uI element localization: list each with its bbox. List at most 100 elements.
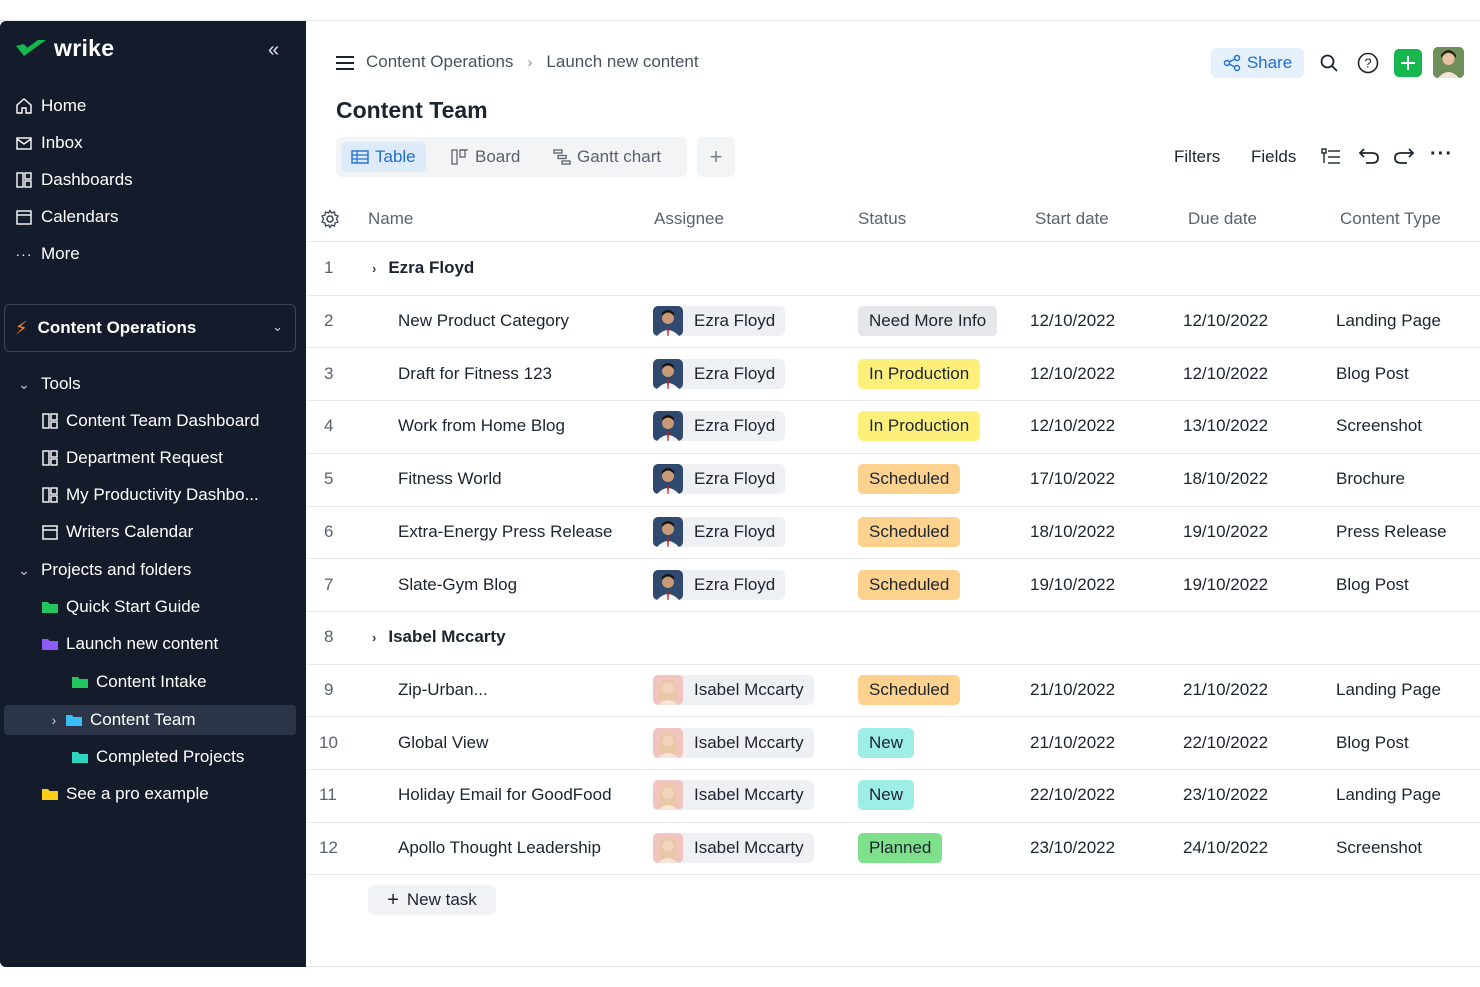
- sidebar-item-launch-new-content[interactable]: Launch new content: [40, 629, 218, 659]
- sidebar-item-quick-start-guide[interactable]: Quick Start Guide: [40, 592, 200, 622]
- content-type[interactable]: Brochure: [1336, 469, 1405, 489]
- start-date[interactable]: 23/10/2022: [1030, 838, 1115, 858]
- sidebar-item-home[interactable]: Home: [14, 91, 86, 121]
- group-by-icon[interactable]: [1321, 148, 1341, 171]
- chevron-right-icon[interactable]: ›: [44, 712, 64, 728]
- status-badge[interactable]: Scheduled: [858, 569, 961, 600]
- hamburger-menu-icon[interactable]: [336, 55, 354, 76]
- sidebar-item-content-team[interactable]: › Content Team: [44, 705, 196, 735]
- task-name[interactable]: Holiday Email for GoodFood: [398, 785, 612, 805]
- breadcrumb-item[interactable]: Launch new content: [546, 52, 698, 72]
- undo-icon[interactable]: [1358, 147, 1380, 170]
- assignee-chip[interactable]: Isabel Mccarty: [653, 674, 814, 705]
- assignee-chip[interactable]: Isabel Mccarty: [653, 780, 814, 811]
- due-date[interactable]: 19/10/2022: [1183, 522, 1268, 542]
- sidebar-item-completed-projects[interactable]: Completed Projects: [70, 742, 244, 772]
- breadcrumb-item[interactable]: Content Operations: [366, 52, 513, 72]
- task-name[interactable]: Extra-Energy Press Release: [398, 522, 612, 542]
- task-name[interactable]: Slate-Gym Blog: [398, 575, 517, 595]
- content-type[interactable]: Press Release: [1336, 522, 1447, 542]
- column-header-content-type[interactable]: Content Type: [1340, 209, 1441, 229]
- projects-section-toggle[interactable]: ⌄ Projects and folders: [14, 555, 191, 585]
- status-badge[interactable]: Scheduled: [858, 464, 961, 495]
- content-type[interactable]: Screenshot: [1336, 416, 1422, 436]
- assignee-chip[interactable]: Isabel Mccarty: [653, 727, 814, 758]
- task-name[interactable]: Zip-Urban...: [398, 680, 488, 700]
- tab-gantt-chart[interactable]: Gantt chart: [543, 142, 671, 172]
- search-icon[interactable]: [1315, 49, 1343, 77]
- content-type[interactable]: Landing Page: [1336, 311, 1441, 331]
- start-date[interactable]: 17/10/2022: [1030, 469, 1115, 489]
- space-selector[interactable]: ⚡ Content Operations ⌄: [4, 304, 296, 352]
- status-badge[interactable]: Scheduled: [858, 516, 961, 547]
- tab-board[interactable]: Board: [441, 142, 530, 172]
- column-header-start-date[interactable]: Start date: [1035, 209, 1109, 229]
- due-date[interactable]: 12/10/2022: [1183, 364, 1268, 384]
- status-badge[interactable]: New: [858, 727, 915, 758]
- column-header-due-date[interactable]: Due date: [1188, 209, 1257, 229]
- status-badge[interactable]: Scheduled: [858, 674, 961, 705]
- column-header-name[interactable]: Name: [368, 209, 413, 229]
- start-date[interactable]: 19/10/2022: [1030, 575, 1115, 595]
- assignee-chip[interactable]: Ezra Floyd: [653, 516, 786, 547]
- fields-button[interactable]: Fields: [1251, 147, 1296, 167]
- add-new-button[interactable]: [1394, 49, 1422, 77]
- sidebar-item-my-productivity-dashboard[interactable]: My Productivity Dashbo...: [40, 480, 259, 510]
- status-badge[interactable]: New: [858, 780, 915, 811]
- sidebar-item-dashboards[interactable]: Dashboards: [14, 165, 133, 195]
- collapse-sidebar-icon[interactable]: «: [268, 39, 279, 62]
- due-date[interactable]: 12/10/2022: [1183, 311, 1268, 331]
- task-name[interactable]: Work from Home Blog: [398, 416, 565, 436]
- task-name[interactable]: Draft for Fitness 123: [398, 364, 552, 384]
- start-date[interactable]: 21/10/2022: [1030, 733, 1115, 753]
- status-badge[interactable]: Need More Info: [858, 306, 998, 337]
- start-date[interactable]: 12/10/2022: [1030, 416, 1115, 436]
- due-date[interactable]: 19/10/2022: [1183, 575, 1268, 595]
- sidebar-item-see-a-pro-example[interactable]: See a pro example: [40, 779, 209, 809]
- group-row-toggle[interactable]: › Ezra Floyd: [372, 258, 474, 278]
- column-header-assignee[interactable]: Assignee: [654, 209, 724, 229]
- filters-button[interactable]: Filters: [1174, 147, 1220, 167]
- start-date[interactable]: 18/10/2022: [1030, 522, 1115, 542]
- due-date[interactable]: 13/10/2022: [1183, 416, 1268, 436]
- due-date[interactable]: 22/10/2022: [1183, 733, 1268, 753]
- content-type[interactable]: Blog Post: [1336, 733, 1409, 753]
- sidebar-item-calendars[interactable]: Calendars: [14, 202, 119, 232]
- wrike-logo[interactable]: wrike: [14, 35, 114, 62]
- assignee-chip[interactable]: Ezra Floyd: [653, 306, 786, 337]
- due-date[interactable]: 23/10/2022: [1183, 785, 1268, 805]
- add-view-button[interactable]: +: [697, 137, 735, 177]
- status-badge[interactable]: In Production: [858, 411, 981, 442]
- assignee-chip[interactable]: Ezra Floyd: [653, 411, 786, 442]
- assignee-chip[interactable]: Isabel Mccarty: [653, 833, 814, 864]
- group-row-toggle[interactable]: › Isabel Mccarty: [372, 627, 506, 647]
- sidebar-item-content-team-dashboard[interactable]: Content Team Dashboard: [40, 406, 259, 436]
- due-date[interactable]: 18/10/2022: [1183, 469, 1268, 489]
- start-date[interactable]: 12/10/2022: [1030, 311, 1115, 331]
- status-badge[interactable]: Planned: [858, 833, 943, 864]
- tab-table[interactable]: Table: [341, 142, 426, 172]
- task-name[interactable]: New Product Category: [398, 311, 569, 331]
- task-name[interactable]: Global View: [398, 733, 488, 753]
- column-header-status[interactable]: Status: [858, 209, 906, 229]
- sidebar-item-content-intake[interactable]: Content Intake: [70, 667, 207, 697]
- content-type[interactable]: Screenshot: [1336, 838, 1422, 858]
- sidebar-item-inbox[interactable]: Inbox: [14, 128, 83, 158]
- new-task-button[interactable]: + New task: [368, 885, 496, 915]
- start-date[interactable]: 12/10/2022: [1030, 364, 1115, 384]
- start-date[interactable]: 21/10/2022: [1030, 680, 1115, 700]
- redo-icon[interactable]: [1393, 147, 1415, 170]
- user-avatar[interactable]: [1433, 47, 1464, 78]
- tools-section-toggle[interactable]: ⌄ Tools: [14, 369, 81, 399]
- content-type[interactable]: Blog Post: [1336, 575, 1409, 595]
- task-name[interactable]: Fitness World: [398, 469, 502, 489]
- due-date[interactable]: 24/10/2022: [1183, 838, 1268, 858]
- more-options-icon[interactable]: ···: [1430, 143, 1453, 166]
- task-name[interactable]: Apollo Thought Leadership: [398, 838, 601, 858]
- sidebar-item-writers-calendar[interactable]: Writers Calendar: [40, 517, 193, 547]
- help-icon[interactable]: ?: [1354, 49, 1382, 77]
- status-badge[interactable]: In Production: [858, 358, 981, 389]
- sidebar-item-department-request[interactable]: Department Request: [40, 443, 223, 473]
- start-date[interactable]: 22/10/2022: [1030, 785, 1115, 805]
- sidebar-item-more[interactable]: ··· More: [14, 239, 80, 269]
